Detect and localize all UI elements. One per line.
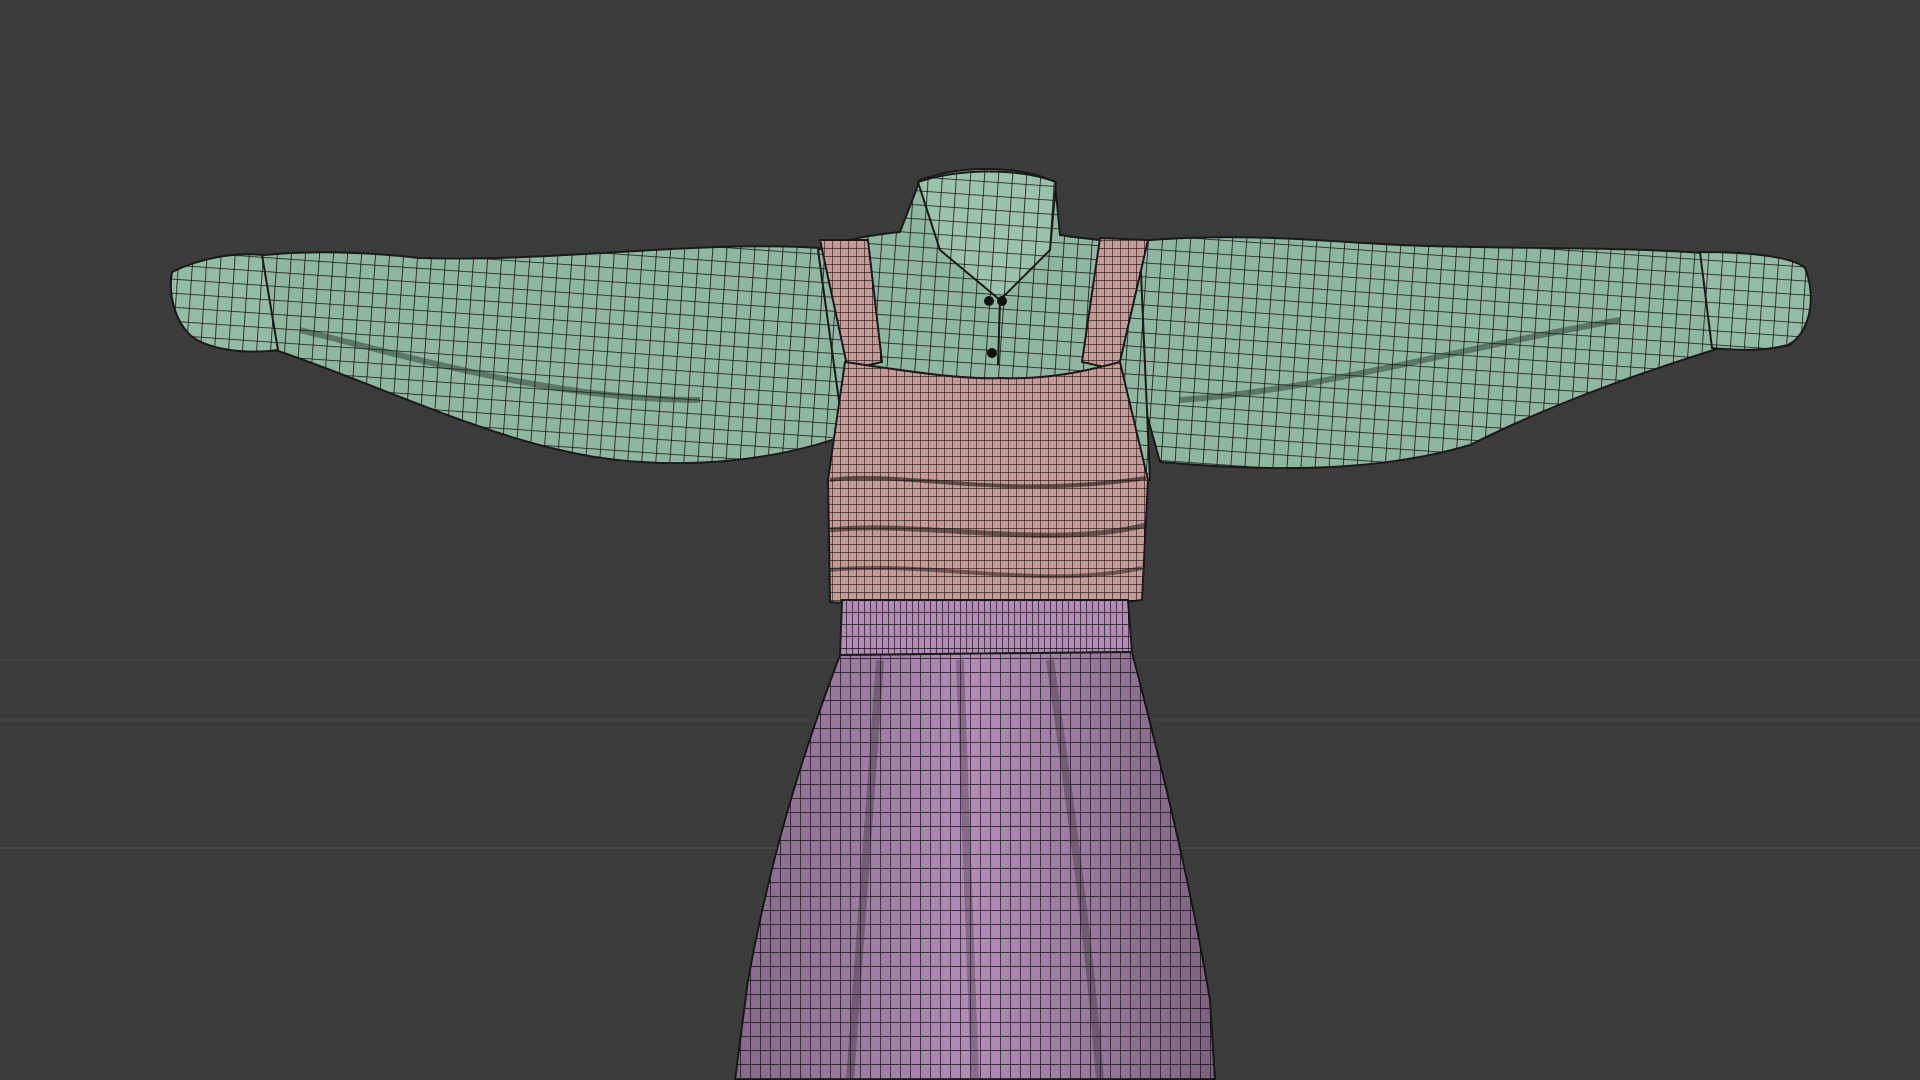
- mesh-canvas[interactable]: [0, 0, 1920, 1080]
- 3d-viewport[interactable]: [0, 0, 1920, 1080]
- skirt-mesh[interactable]: [733, 599, 1217, 1080]
